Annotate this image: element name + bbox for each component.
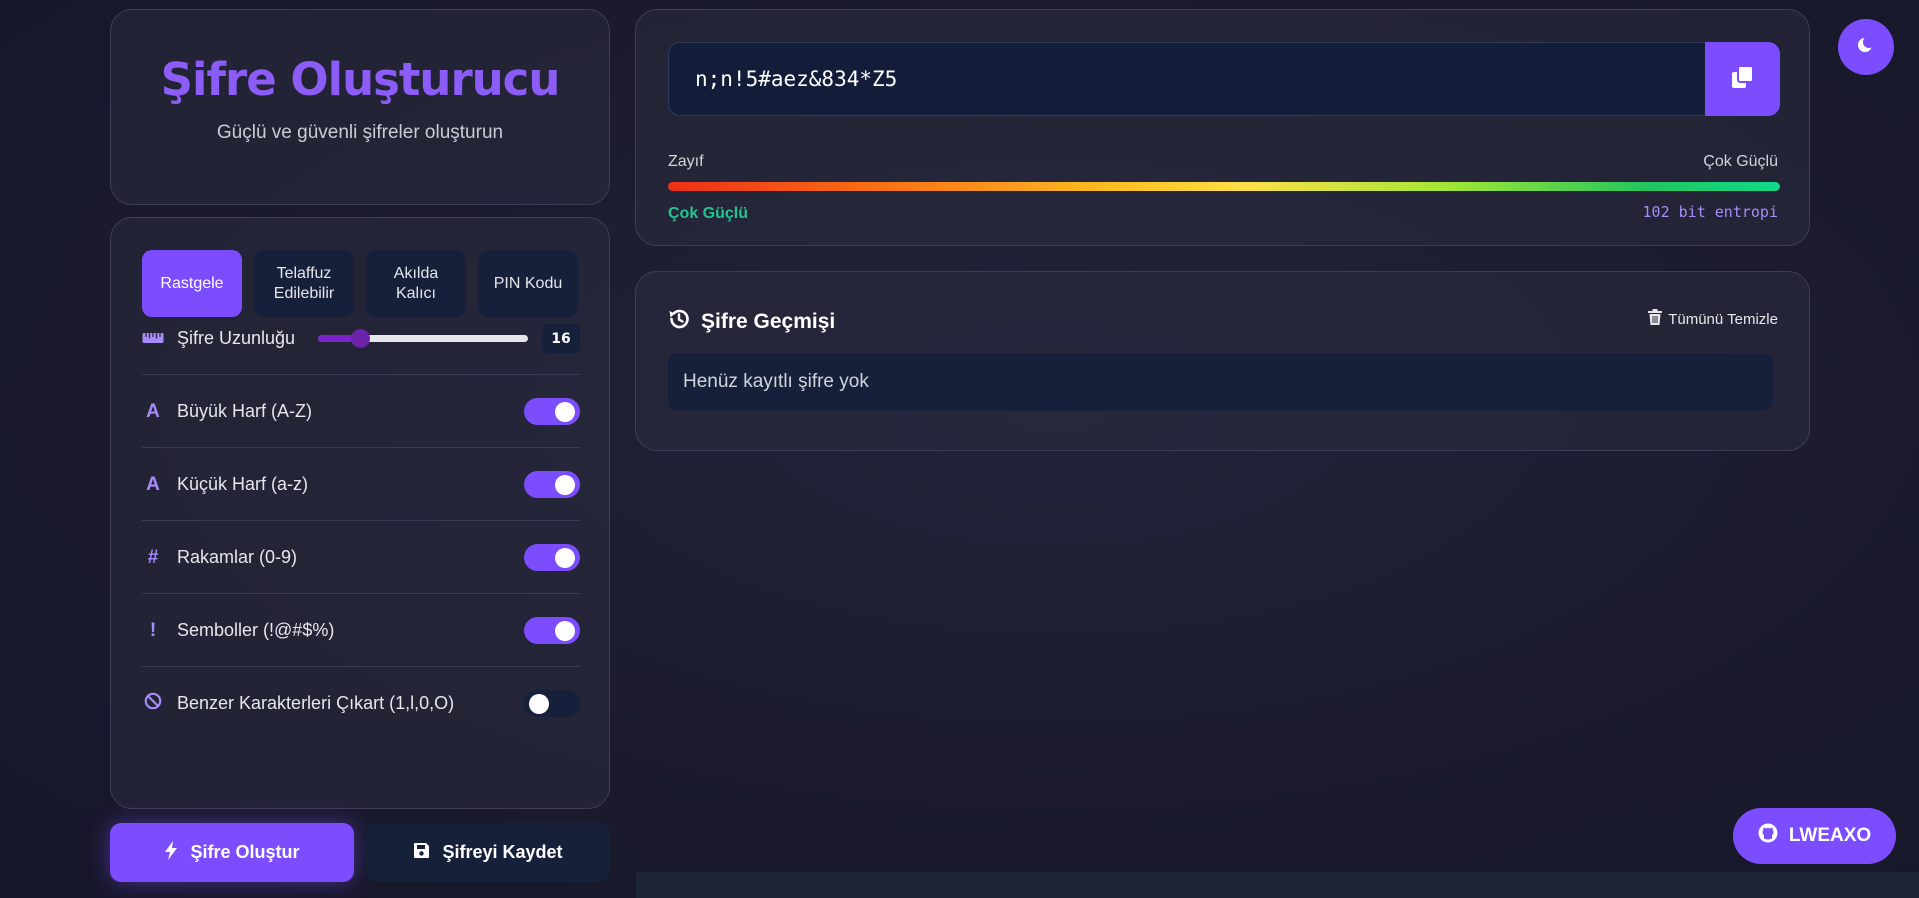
trash-icon: [1648, 309, 1663, 329]
floppy-disk-icon: [413, 842, 430, 864]
toggle-knob: [555, 474, 575, 495]
ban-icon: [142, 692, 164, 716]
save-button[interactable]: Şifreyi Kaydet: [366, 823, 610, 882]
ruler-icon: [142, 328, 164, 350]
option-row-lowercase: A Küçük Harf (a-z): [142, 448, 580, 521]
bottom-strip: [636, 872, 1919, 898]
password-card: n;n!5#aez&834*Z5 Zayıf Çok Güçlü Çok Güç…: [635, 9, 1810, 246]
letter-a-icon: A: [146, 473, 160, 495]
copy-button[interactable]: [1705, 42, 1780, 116]
toggle-symbols[interactable]: [524, 617, 580, 644]
toggle-exclude-similar[interactable]: [524, 690, 580, 717]
toggle-numbers[interactable]: [524, 544, 580, 571]
letter-a-icon: A: [146, 400, 160, 422]
github-link[interactable]: LWEAXO: [1733, 808, 1896, 864]
toggle-uppercase[interactable]: [524, 398, 580, 425]
clear-history-button[interactable]: Tümünü Temizle: [1648, 309, 1778, 329]
strength-strong-label: Çok Güçlü: [1703, 153, 1778, 170]
header-card: Şifre Oluşturucu Güçlü ve güvenli şifrel…: [110, 9, 610, 205]
copy-icon: [1730, 64, 1756, 95]
length-slider-thumb[interactable]: [351, 329, 370, 348]
toggle-lowercase[interactable]: [524, 471, 580, 498]
history-title: Şifre Geçmişi: [667, 307, 835, 337]
option-label-numbers: Rakamlar (0-9): [177, 547, 298, 567]
history-empty-message: Henüz kayıtlı şifre yok: [668, 353, 1773, 411]
exclamation-icon: !: [149, 619, 157, 641]
length-label: Şifre Uzunluğu: [177, 328, 296, 348]
generate-button-label: Şifre Oluştur: [190, 842, 300, 862]
strength-result: Çok Güçlü: [668, 205, 749, 222]
options-card: Rastgele Telaffuz Edilebilir Akılda Kalı…: [110, 217, 610, 809]
option-label-symbols: Semboller (!@#$%): [177, 620, 335, 640]
option-row-uppercase: A Büyük Harf (A-Z): [142, 375, 580, 448]
bolt-icon: [164, 840, 178, 865]
toggle-knob: [529, 693, 549, 714]
option-row-exclude-similar: Benzer Karakterleri Çıkart (1,l,0,O): [142, 667, 580, 740]
option-label-lowercase: Küçük Harf (a-z): [177, 474, 309, 494]
option-label-uppercase: Büyük Harf (A-Z): [177, 401, 313, 421]
history-card: Şifre Geçmişi Tümünü Temizle Henüz kayıt…: [635, 271, 1810, 451]
hashtag-icon: #: [147, 546, 159, 568]
moon-icon: [1857, 35, 1875, 59]
option-row-numbers: # Rakamlar (0-9): [142, 521, 580, 594]
option-row-symbols: ! Semboller (!@#$%): [142, 594, 580, 667]
generate-button[interactable]: Şifre Oluştur: [110, 823, 354, 882]
strength-meter: [668, 182, 1780, 191]
history-title-label: Şifre Geçmişi: [701, 310, 836, 333]
save-button-label: Şifreyi Kaydet: [442, 842, 563, 862]
history-icon: [667, 307, 691, 337]
option-label-exclude-similar: Benzer Karakterleri Çıkart (1,l,0,O): [177, 693, 455, 713]
length-slider[interactable]: [318, 329, 528, 348]
page-subtitle: Güçlü ve güvenli şifreler oluşturun: [216, 122, 504, 143]
toggle-knob: [555, 547, 575, 568]
toggle-knob: [555, 620, 575, 641]
length-value-badge: 16: [542, 324, 580, 353]
clear-history-label: Tümünü Temizle: [1668, 310, 1778, 328]
theme-toggle-button[interactable]: [1838, 19, 1894, 75]
entropy-readout: 102 bit entropi: [1642, 203, 1778, 221]
strength-weak-label: Zayıf: [668, 153, 704, 170]
github-icon: [1758, 823, 1778, 849]
toggle-knob: [555, 401, 575, 422]
github-link-label: LWEAXO: [1788, 825, 1872, 846]
length-row: Şifre Uzunluğu 16: [142, 302, 580, 375]
page-title: Şifre Oluşturucu: [160, 53, 561, 106]
password-output[interactable]: n;n!5#aez&834*Z5: [668, 42, 1712, 116]
